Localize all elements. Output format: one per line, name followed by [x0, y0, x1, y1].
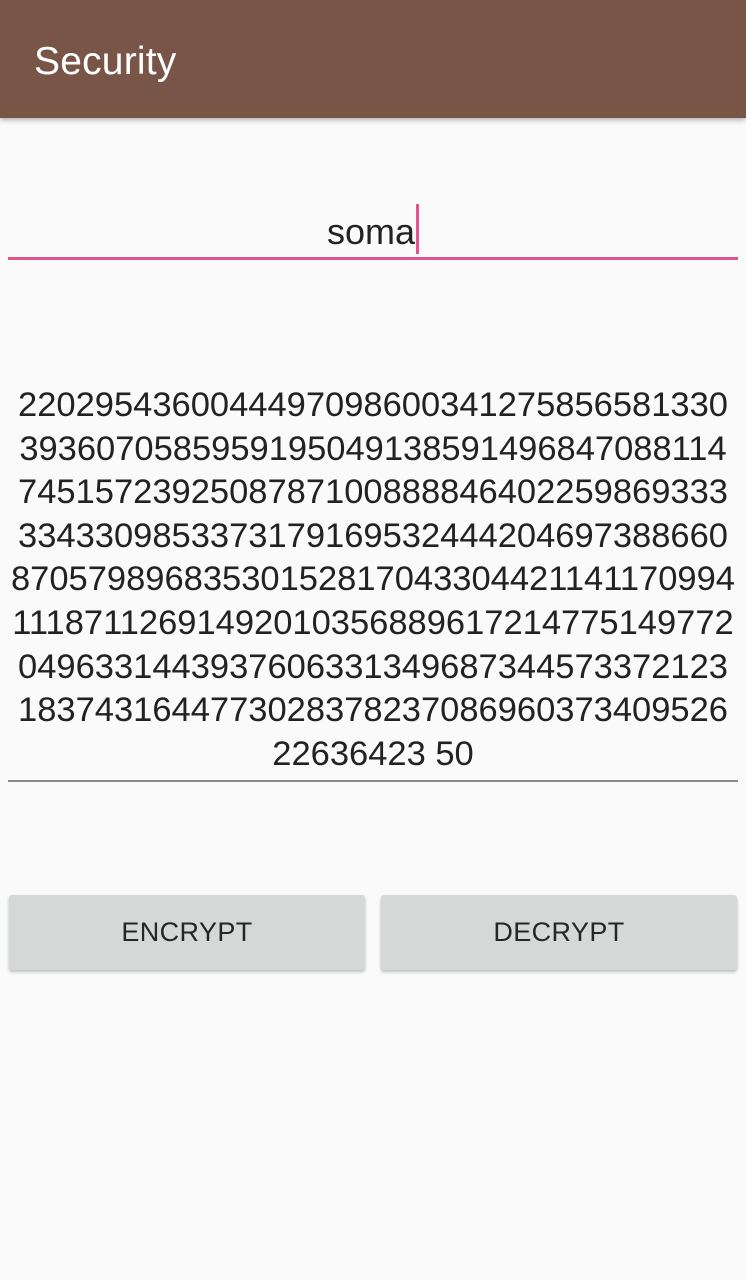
decrypt-button[interactable]: DECRYPT	[381, 895, 737, 970]
app-bar: Security	[0, 0, 746, 118]
encrypt-button[interactable]: ENCRYPT	[9, 895, 365, 970]
text-cursor	[416, 204, 420, 254]
screen: Security soma 22029543600444970986003412…	[0, 0, 746, 1280]
app-title: Security	[34, 40, 177, 83]
plaintext-input-text[interactable]: soma	[8, 204, 738, 255]
ciphertext-output-field[interactable]: 2202954360044497098600341275856581330393…	[8, 384, 738, 782]
ciphertext-output-text[interactable]: 2202954360044497098600341275856581330393…	[8, 384, 738, 776]
plaintext-input-value[interactable]: soma	[327, 211, 415, 252]
plaintext-input-field[interactable]: soma	[8, 196, 738, 260]
